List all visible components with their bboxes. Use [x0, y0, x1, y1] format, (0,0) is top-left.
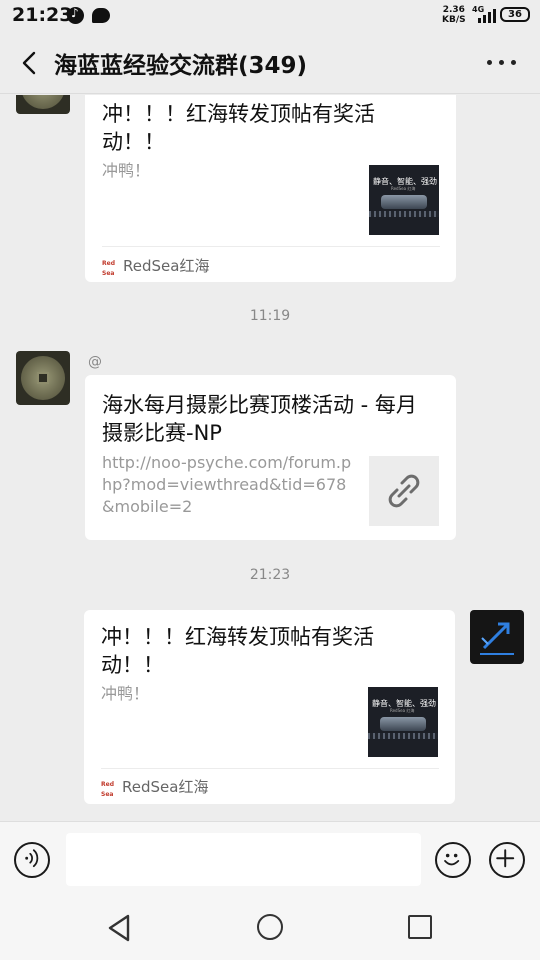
message-input[interactable]: [66, 833, 421, 886]
voice-icon: [25, 849, 39, 868]
tiktok-icon: [67, 6, 84, 24]
sender-avatar[interactable]: [16, 95, 70, 114]
thumbnail-subtext: RedSea 红海: [390, 708, 415, 713]
network-speed-unit: KB/S: [442, 15, 466, 25]
message-timestamp: 11:19: [249, 308, 291, 324]
chat-title: 海蓝蓝经验交流群(349): [54, 53, 308, 79]
chat-header: 海蓝蓝经验交流群(349): [0, 32, 540, 94]
emoji-icon: [444, 853, 460, 866]
system-nav-bar: [0, 897, 540, 960]
card-title: 海水每月摄影比赛顶楼活动 - 每月摄影比赛-NP: [102, 393, 417, 445]
emoji-button[interactable]: [435, 842, 471, 878]
source-name: RedSea红海: [122, 778, 209, 796]
link-thumbnail: [369, 456, 439, 526]
my-avatar[interactable]: [470, 610, 524, 664]
battery-icon: 36: [500, 7, 530, 22]
card-description: 冲鸭！: [101, 684, 150, 703]
signal-icon: [474, 9, 496, 23]
link-icon: [388, 474, 420, 508]
message-timestamp: 21:23: [249, 567, 291, 583]
network-speed: 2.36 KB/S: [442, 5, 466, 25]
nav-home-icon[interactable]: [257, 914, 283, 940]
sender-name: @: [88, 354, 102, 370]
card-description: 冲鸭！: [102, 161, 151, 180]
card-title: 冲！！！红海转发顶帖有奖活动！！: [101, 625, 374, 677]
more-options-icon[interactable]: [487, 60, 517, 66]
input-bar: [0, 821, 540, 897]
network-speed-value: 2.36: [442, 5, 465, 15]
card-thumbnail: 静音、智能、强劲 RedSea 红海: [369, 165, 439, 235]
card-description: http://noo-psyche.com/forum.php?mod=view…: [102, 453, 352, 516]
thumbnail-subtext: RedSea 红海: [391, 186, 416, 191]
status-bar: 21:23 2.36 KB/S 4G 36: [0, 0, 540, 32]
battery-level: 36: [508, 9, 522, 20]
back-arrow-icon[interactable]: [18, 50, 42, 76]
nav-back-icon[interactable]: [106, 913, 134, 943]
status-time: 21:23: [12, 4, 73, 26]
source-name: RedSea红海: [123, 257, 210, 275]
source-logo: Red Sea: [101, 781, 114, 798]
card-title: 冲！！！红海转发顶帖有奖活动！！: [102, 102, 375, 154]
nav-recent-apps-icon[interactable]: [408, 915, 432, 939]
more-functions-button[interactable]: [489, 842, 525, 878]
link-card-message[interactable]: 冲！！！红海转发顶帖有奖活动！！ 冲鸭！ 静音、智能、强劲 RedSea 红海 …: [84, 610, 455, 804]
voice-input-button[interactable]: [14, 842, 50, 878]
plus-icon: [496, 849, 515, 868]
link-card-message[interactable]: 冲！！！红海转发顶帖有奖活动！！ 冲鸭！ 静音、智能、强劲 RedSea 红海 …: [85, 95, 456, 282]
card-thumbnail: 静音、智能、强劲 RedSea 红海: [368, 687, 438, 757]
chat-notification-icon: [92, 8, 110, 23]
source-logo: Red Sea: [102, 260, 115, 277]
chat-messages[interactable]: 冲！！！红海转发顶帖有奖活动！！ 冲鸭！ 静音、智能、强劲 RedSea 红海 …: [0, 95, 540, 821]
link-card-message[interactable]: 海水每月摄影比赛顶楼活动 - 每月摄影比赛-NP http://noo-psyc…: [85, 375, 456, 540]
sender-avatar[interactable]: [16, 351, 70, 405]
